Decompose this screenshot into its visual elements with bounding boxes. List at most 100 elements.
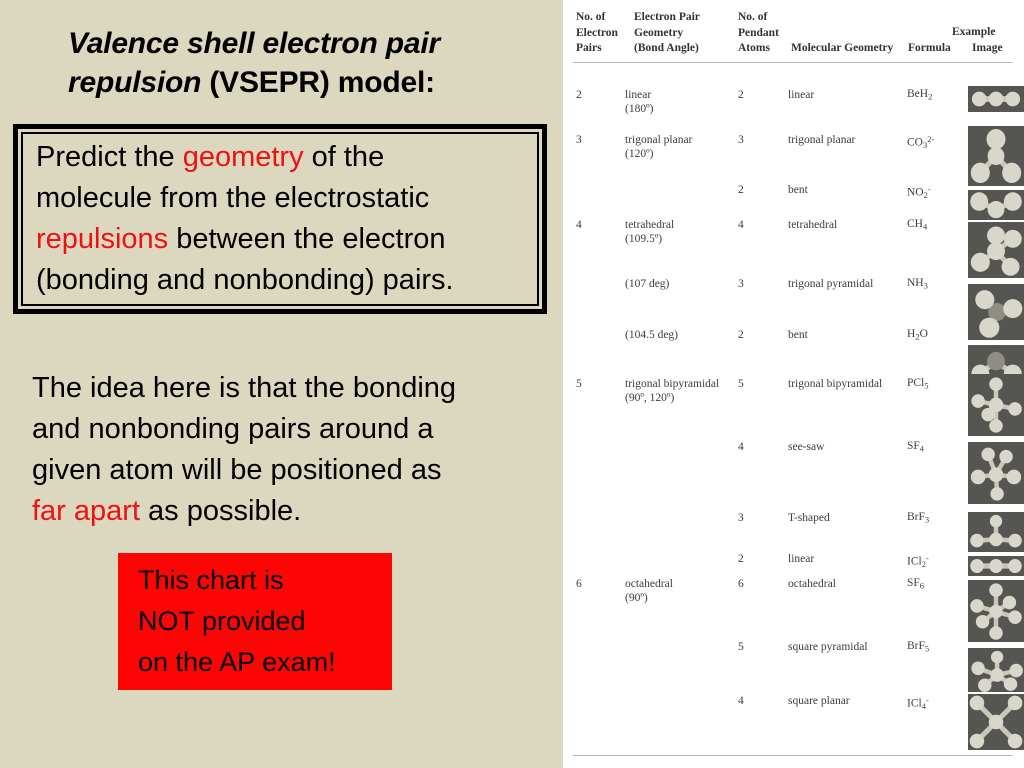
ch4-tetrahedral-image <box>968 222 1024 278</box>
warning-callout-box: This chart is NOT provided on the AP exa… <box>118 553 392 690</box>
header-divider <box>573 62 1013 63</box>
beh2-linear-image <box>968 86 1024 112</box>
cell-pendant-atoms: 3 <box>738 134 744 146</box>
cell-electron-pairs: 3 <box>576 134 582 146</box>
idea-line2: and nonbonding pairs around a <box>32 413 434 445</box>
cell-molecular-geometry: linear <box>788 553 815 565</box>
slide-canvas: Valence shell electron pair repulsion (V… <box>0 0 1024 768</box>
cell-molecular-geometry: see-saw <box>788 441 825 453</box>
cell-pendant-atoms: 5 <box>738 641 744 653</box>
cell-example-formula: SF4 <box>907 440 925 454</box>
definition-text: Predict the geometry of the molecule fro… <box>36 137 534 301</box>
cell-pendant-atoms: 3 <box>738 278 744 290</box>
definition-line2: molecule from the electrostatic <box>36 182 430 214</box>
cell-example-formula: CH4 <box>907 218 928 232</box>
brf3-t-shaped-image <box>968 512 1024 552</box>
table-header: No. of Electron Pairs Electron Pair Geom… <box>563 0 1024 62</box>
column-header-molecular-geometry: Molecular Geometry <box>791 42 894 54</box>
column-header-formula: Formula <box>908 42 951 54</box>
cell-electron-pairs: 6 <box>576 578 582 590</box>
header-line: No. of <box>738 11 768 23</box>
cell-electron-pair-geometry: (104.5 deg) <box>625 329 679 341</box>
co3-trigonal-planar-image <box>968 126 1024 186</box>
cell-example-formula: ICl4- <box>907 695 929 711</box>
icl4-square-planar-image <box>968 694 1024 750</box>
cell-electron-pairs: 5 <box>576 378 582 390</box>
header-line: Geometry <box>634 26 684 39</box>
warning-line3: on the AP exam! <box>138 647 336 677</box>
cell-pendant-atoms: 4 <box>738 219 744 231</box>
vsepr-table-panel: No. of Electron Pairs Electron Pair Geom… <box>563 0 1024 768</box>
header-line: Pendant <box>738 26 779 39</box>
idea-paragraph: The idea here is that the bonding and no… <box>32 368 552 532</box>
idea-line4-b: as possible. <box>140 495 302 527</box>
warning-text: This chart is NOT provided on the AP exa… <box>138 560 336 683</box>
definition-geometry-highlight: geometry <box>182 141 304 173</box>
cell-example-formula: ICl2- <box>907 553 929 569</box>
definition-callout-box: Predict the geometry of the molecule fro… <box>13 124 547 314</box>
pcl5-trigonal-bipyramidal-image <box>968 374 1024 436</box>
definition-line1-b: of the <box>303 141 385 173</box>
cell-example-formula: BrF5 <box>907 640 930 654</box>
page-title: Valence shell electron pair repulsion (V… <box>68 24 548 102</box>
cell-pendant-atoms: 4 <box>738 695 744 707</box>
cell-molecular-geometry: linear <box>788 89 815 101</box>
column-header-example: Example <box>952 26 996 38</box>
cell-pendant-atoms: 5 <box>738 378 744 390</box>
header-line: Atoms <box>738 42 770 54</box>
cell-electron-pair-geometry: octahedral (90º) <box>625 578 673 604</box>
cell-molecular-geometry: bent <box>788 184 808 196</box>
cell-pendant-atoms: 4 <box>738 441 744 453</box>
cell-electron-pair-geometry: tetrahedral (109.5º) <box>625 219 675 245</box>
idea-far-apart-highlight: far apart <box>32 495 140 527</box>
cell-pendant-atoms: 6 <box>738 578 744 590</box>
cell-example-formula: H2O <box>907 328 928 342</box>
idea-line1: The idea here is that the bonding <box>32 372 457 404</box>
brf5-square-pyramidal-image <box>968 648 1024 692</box>
left-content-panel: Valence shell electron pair repulsion (V… <box>0 0 563 768</box>
nh3-trigonal-pyramidal-image <box>968 284 1024 340</box>
sf6-octahedral-image <box>968 580 1024 642</box>
no2-bent-image <box>968 190 1024 220</box>
cell-molecular-geometry: trigonal pyramidal <box>788 278 874 290</box>
cell-pendant-atoms: 3 <box>738 512 744 524</box>
cell-pendant-atoms: 2 <box>738 329 744 341</box>
cell-example-formula: BeH2 <box>907 88 933 102</box>
column-header-electron-pairs: No. of Electron Pairs <box>576 10 618 57</box>
cell-example-formula: PCl5 <box>907 377 929 391</box>
cell-electron-pair-geometry: trigonal bipyramidal (90º, 120º) <box>625 378 720 404</box>
icl2-linear-image <box>968 556 1024 576</box>
column-header-pendant-atoms: No. of Pendant Atoms <box>738 10 779 57</box>
cell-electron-pair-geometry: linear (180º) <box>625 89 654 115</box>
warning-line1: This chart is <box>138 565 284 595</box>
cell-example-formula: BrF3 <box>907 511 930 525</box>
cell-example-formula: NO2- <box>907 184 931 200</box>
cell-electron-pair-geometry: (107 deg) <box>625 278 670 290</box>
sf4-see-saw-image <box>968 442 1024 504</box>
cell-example-formula: CO32- <box>907 134 935 150</box>
cell-molecular-geometry: trigonal planar <box>788 134 856 146</box>
definition-repulsions-highlight: repulsions <box>36 223 169 255</box>
column-header-electron-pair-geometry: Electron Pair Geometry (Bond Angle) <box>634 10 700 57</box>
cell-electron-pairs: 4 <box>576 219 582 231</box>
cell-electron-pairs: 2 <box>576 89 582 101</box>
cell-molecular-geometry: tetrahedral <box>788 219 838 231</box>
header-line: (Bond Angle) <box>634 42 699 54</box>
cell-molecular-geometry: bent <box>788 329 808 341</box>
cell-molecular-geometry: square planar <box>788 695 850 707</box>
table-bottom-divider <box>573 755 1013 756</box>
definition-line1-a: Predict the <box>36 141 183 173</box>
cell-example-formula: SF6 <box>907 577 925 591</box>
warning-line2: NOT provided <box>138 606 306 636</box>
header-line: No. of <box>576 11 606 23</box>
idea-line3: given atom will be positioned as <box>32 454 442 486</box>
cell-molecular-geometry: trigonal bipyramidal <box>788 378 883 390</box>
header-line: Electron <box>576 26 618 39</box>
definition-line3-b: between the electron <box>168 223 446 255</box>
header-line: Pairs <box>576 42 602 54</box>
cell-electron-pair-geometry: trigonal planar (120º) <box>625 134 693 160</box>
page-title-rest: (VSEPR) model: <box>201 66 435 99</box>
cell-molecular-geometry: square pyramidal <box>788 641 868 653</box>
header-line: Electron Pair <box>634 11 700 23</box>
cell-molecular-geometry: octahedral <box>788 578 836 590</box>
